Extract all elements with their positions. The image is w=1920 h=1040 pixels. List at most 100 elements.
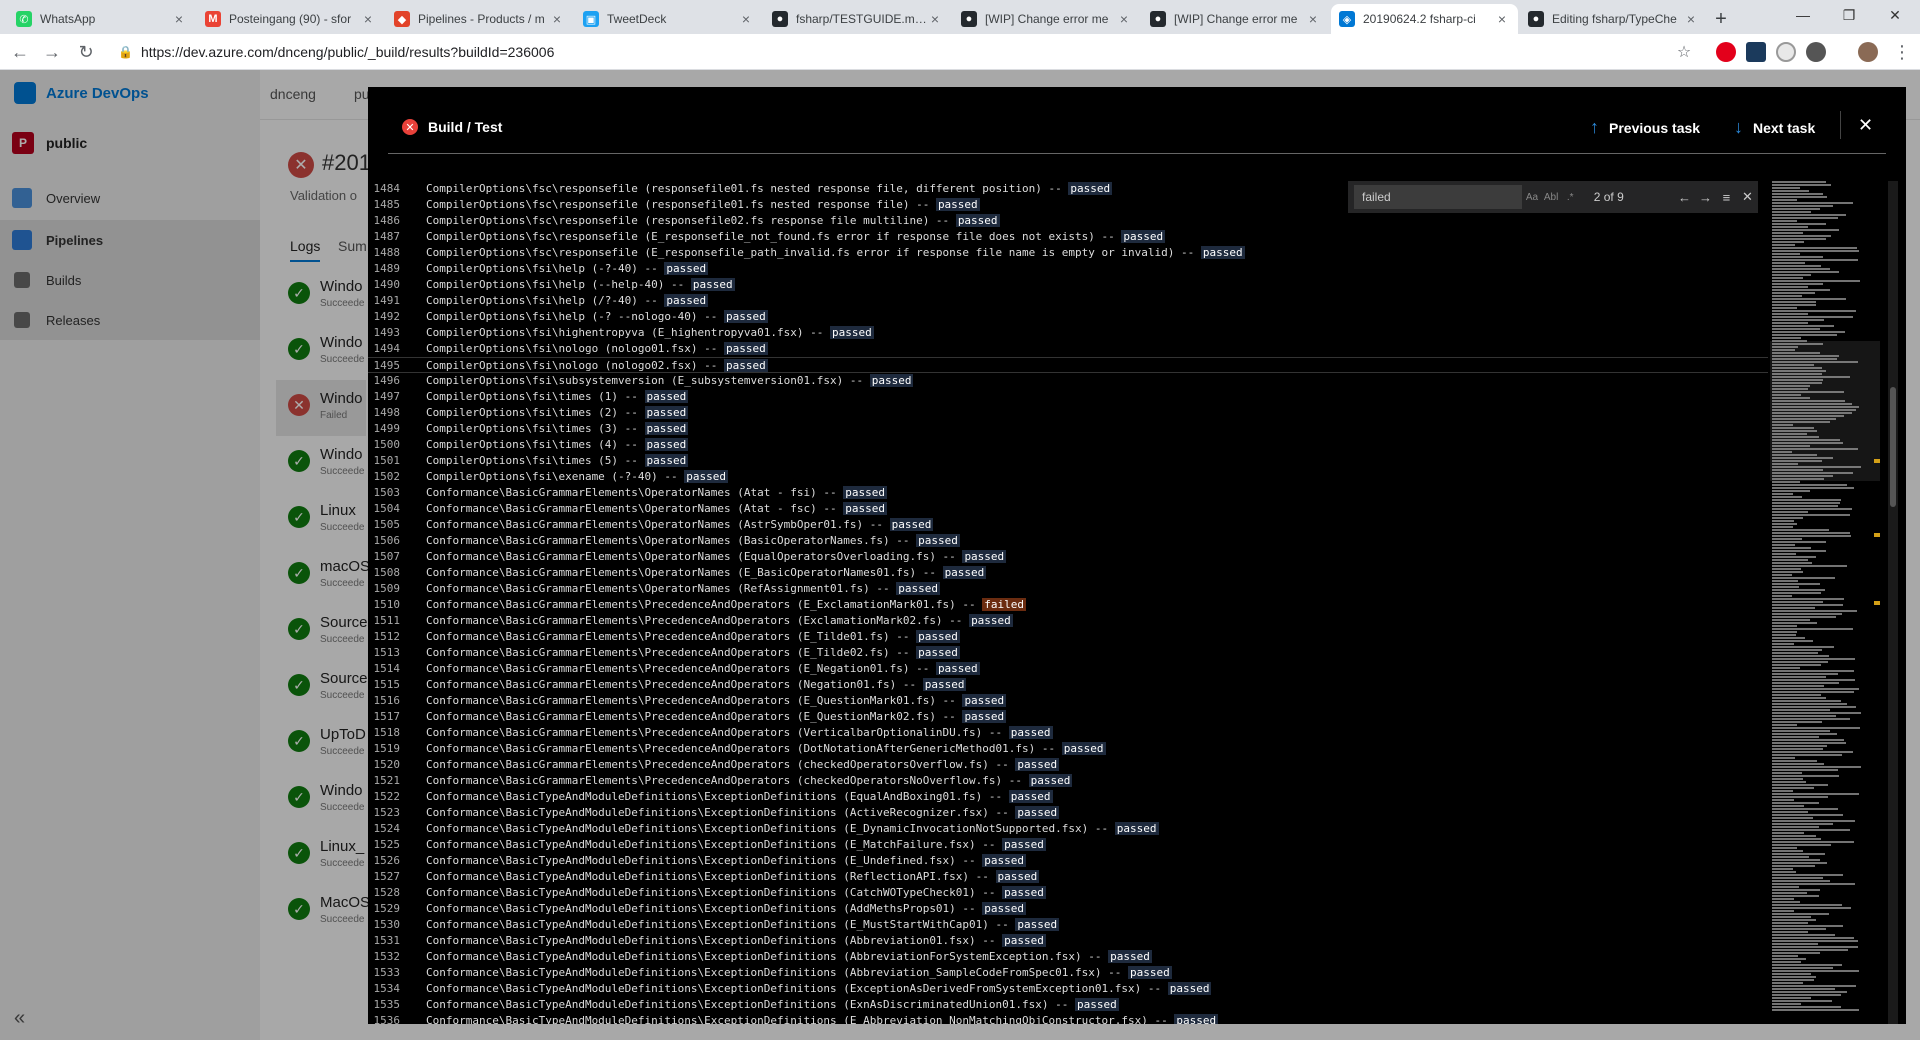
log-text: Conformance\BasicTypeAndModuleDefinition… xyxy=(426,982,1168,995)
minimap-line xyxy=(1772,562,1812,564)
minimap-line xyxy=(1772,607,1815,609)
browser-tab[interactable]: ● fsharp/TESTGUIDE.md a × xyxy=(764,4,951,34)
close-tab-icon[interactable]: × xyxy=(549,11,565,27)
opera-extension-icon[interactable] xyxy=(1716,42,1736,62)
match-case-toggle[interactable]: Aa xyxy=(1522,192,1541,203)
minimap-line xyxy=(1772,535,1851,537)
test-result-passed: passed xyxy=(843,502,887,515)
minimap-line xyxy=(1772,784,1828,786)
close-window-button[interactable]: ✕ xyxy=(1872,0,1918,30)
close-find-icon[interactable]: ✕ xyxy=(1737,189,1758,205)
log-text: Conformance\BasicGrammarElements\Operato… xyxy=(426,486,844,499)
minimap-line xyxy=(1772,313,1808,315)
close-dialog-button[interactable]: ✕ xyxy=(1858,115,1873,136)
log-text: Conformance\BasicTypeAndModuleDefinition… xyxy=(426,902,983,915)
previous-task-button[interactable]: ↑ Previous task xyxy=(1590,117,1700,138)
close-tab-icon[interactable]: × xyxy=(1683,11,1699,27)
browser-tab[interactable]: M Posteingang (90) - sfor × xyxy=(197,4,384,34)
close-tab-icon[interactable]: × xyxy=(1305,11,1321,27)
next-task-button[interactable]: ↓ Next task xyxy=(1734,117,1815,138)
minimap-line xyxy=(1772,880,1830,882)
minimap-line xyxy=(1772,760,1817,762)
close-tab-icon[interactable]: × xyxy=(360,11,376,27)
minimap-line xyxy=(1772,589,1825,591)
log-line-body: Conformance\BasicGrammarElements\Precede… xyxy=(426,741,1106,757)
close-tab-icon[interactable]: × xyxy=(927,11,943,27)
new-tab-button[interactable]: + xyxy=(1708,6,1734,32)
github-icon: ● xyxy=(1528,11,1544,27)
log-line: 1495 CompilerOptions\fsi\nologo (nologo02… xyxy=(368,357,1768,373)
find-input[interactable] xyxy=(1354,185,1523,209)
test-result-passed: passed xyxy=(690,278,735,291)
minimize-window-button[interactable]: — xyxy=(1780,0,1826,30)
log-line: 1509 Conformance\BasicGrammarElements\Ope… xyxy=(368,581,1768,597)
browser-tab[interactable]: ▣ TweetDeck × xyxy=(575,4,762,34)
log-line-body: CompilerOptions\fsc\responsefile (E_resp… xyxy=(426,245,1245,261)
test-result-passed: passed xyxy=(1015,806,1060,819)
log-line-body: CompilerOptions\fsi\times (5) -- passed xyxy=(426,453,689,469)
minimap-line xyxy=(1772,310,1856,312)
line-number: 1536 xyxy=(373,1014,401,1024)
bookmark-star-icon[interactable]: ☆ xyxy=(1672,40,1696,64)
extension-icon[interactable] xyxy=(1746,42,1766,62)
minimap-line xyxy=(1772,214,1846,216)
browser-tab[interactable]: ◆ Pipelines - Products / m × xyxy=(386,4,573,34)
minimap-line xyxy=(1772,226,1808,228)
address-bar[interactable]: 🔒 https://dev.azure.com/dnceng/public/_b… xyxy=(108,38,1708,66)
close-tab-icon[interactable]: × xyxy=(171,11,187,27)
previous-match-icon[interactable]: ← xyxy=(1674,190,1695,205)
find-in-selection-icon[interactable]: ≡ xyxy=(1716,190,1737,205)
forward-button[interactable]: → xyxy=(40,40,64,64)
whole-word-toggle[interactable]: Abl xyxy=(1542,192,1561,203)
log-line-body: CompilerOptions\fsi\subsystemversion (E_… xyxy=(426,373,914,389)
minimap-line xyxy=(1772,451,1792,453)
browser-tab[interactable]: ● [WIP] Change error me × xyxy=(953,4,1140,34)
minimap-line xyxy=(1772,286,1808,288)
next-match-icon[interactable]: → xyxy=(1695,190,1716,205)
browser-menu-icon[interactable]: ⋮ xyxy=(1890,40,1914,64)
extension-icon[interactable] xyxy=(1776,42,1796,62)
minimap-line xyxy=(1772,514,1850,516)
browser-tab[interactable]: ● Editing fsharp/TypeChe × xyxy=(1520,4,1707,34)
close-tab-icon[interactable]: × xyxy=(1116,11,1132,27)
log-content[interactable]: 1484 CompilerOptions\fsc\responsefile (re… xyxy=(368,181,1768,1024)
browser-tab[interactable]: ✆ WhatsApp × xyxy=(8,4,195,34)
line-number: 1516 xyxy=(373,694,401,707)
test-result-passed: passed xyxy=(935,198,980,211)
minimap-line xyxy=(1772,523,1797,525)
minimap-line xyxy=(1772,460,1822,462)
regex-toggle[interactable]: .* xyxy=(1561,192,1580,203)
log-text: Conformance\BasicTypeAndModuleDefinition… xyxy=(426,918,1016,931)
minimap-line xyxy=(1772,697,1826,699)
browser-tab[interactable]: ◈ 20190624.2 fsharp-ci × xyxy=(1331,4,1518,34)
test-result-passed: passed xyxy=(644,390,689,403)
browser-tab[interactable]: ● [WIP] Change error me × xyxy=(1142,4,1329,34)
restore-window-button[interactable]: ❐ xyxy=(1826,0,1872,30)
scrollbar-thumb[interactable] xyxy=(1890,387,1896,507)
minimap-line xyxy=(1772,349,1795,351)
minimap-line xyxy=(1772,835,1816,837)
log-line-body: CompilerOptions\fsc\responsefile (respon… xyxy=(426,213,1000,229)
log-line: 1520 Conformance\BasicGrammarElements\Pre… xyxy=(368,757,1768,773)
close-tab-icon[interactable]: × xyxy=(1494,11,1510,27)
back-button[interactable]: ← xyxy=(8,40,32,64)
minimap-line xyxy=(1772,733,1837,735)
lock-icon: 🔒 xyxy=(118,45,133,59)
vertical-scrollbar[interactable] xyxy=(1888,181,1898,1024)
minimap-line xyxy=(1772,976,1816,978)
minimap-line xyxy=(1772,490,1810,492)
log-line: 1508 Conformance\BasicGrammarElements\Ope… xyxy=(368,565,1768,581)
minimap-line xyxy=(1772,373,1822,375)
minimap-line xyxy=(1772,271,1839,273)
test-result-passed: passed xyxy=(969,614,1013,627)
log-line: 1497 CompilerOptions\fsi\times (1) -- pas… xyxy=(368,389,1768,405)
profile-avatar[interactable] xyxy=(1858,42,1878,62)
minimap-line xyxy=(1772,397,1810,399)
close-tab-icon[interactable]: × xyxy=(738,11,754,27)
minimap-line xyxy=(1772,715,1836,717)
reload-button[interactable]: ↻ xyxy=(74,40,98,64)
extension-icon[interactable] xyxy=(1806,42,1826,62)
minimap[interactable] xyxy=(1770,181,1880,1024)
log-line: 1493 CompilerOptions\fsi\highentropyva (E… xyxy=(368,325,1768,341)
minimap-line xyxy=(1772,949,1848,951)
